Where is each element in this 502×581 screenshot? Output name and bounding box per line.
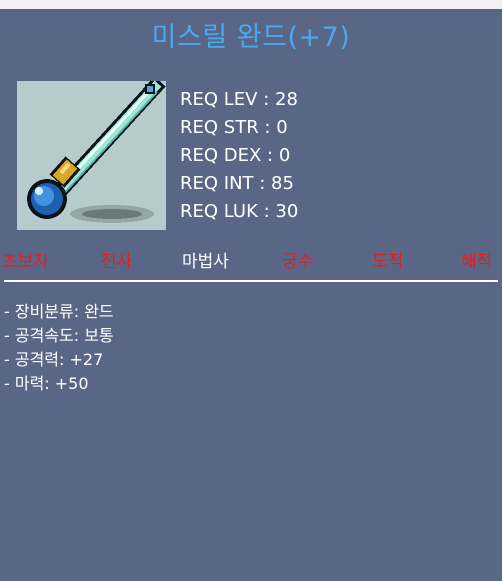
req-dex: REQ DEX : 0	[180, 145, 291, 166]
stat-equip-category: - 장비분류: 완드	[4, 302, 114, 321]
job-magician: 마법사	[182, 252, 229, 272]
job-warrior: 전사	[101, 252, 133, 272]
divider-line	[4, 280, 498, 282]
top-edge-strip	[0, 0, 502, 9]
stat-attack-speed: - 공격속도: 보통	[4, 326, 114, 345]
req-luk: REQ LUK : 30	[180, 201, 299, 222]
job-bowman: 궁수	[282, 252, 314, 272]
requirements-list: REQ LEV : 28 REQ STR : 0 REQ DEX : 0 REQ…	[180, 86, 298, 226]
item-stats-list: - 장비분류: 완드 - 공격속도: 보통 - 공격력: +27 - 마력: +…	[4, 300, 114, 396]
job-class-row: 초보자 전사 마법사 궁수 도적 해적	[0, 247, 502, 273]
job-pirate: 해적	[461, 252, 493, 272]
mithril-wand-icon	[17, 76, 166, 230]
req-str: REQ STR : 0	[180, 117, 288, 138]
job-beginner: 초보자	[2, 252, 49, 272]
job-thief: 도적	[372, 252, 404, 272]
item-name-title: 미스릴 완드(+7)	[151, 22, 351, 53]
stat-magic-attack: - 마력: +50	[4, 374, 89, 393]
stat-weapon-attack: - 공격력: +27	[4, 350, 104, 369]
req-int: REQ INT : 85	[180, 173, 294, 194]
req-level: REQ LEV : 28	[180, 89, 298, 110]
